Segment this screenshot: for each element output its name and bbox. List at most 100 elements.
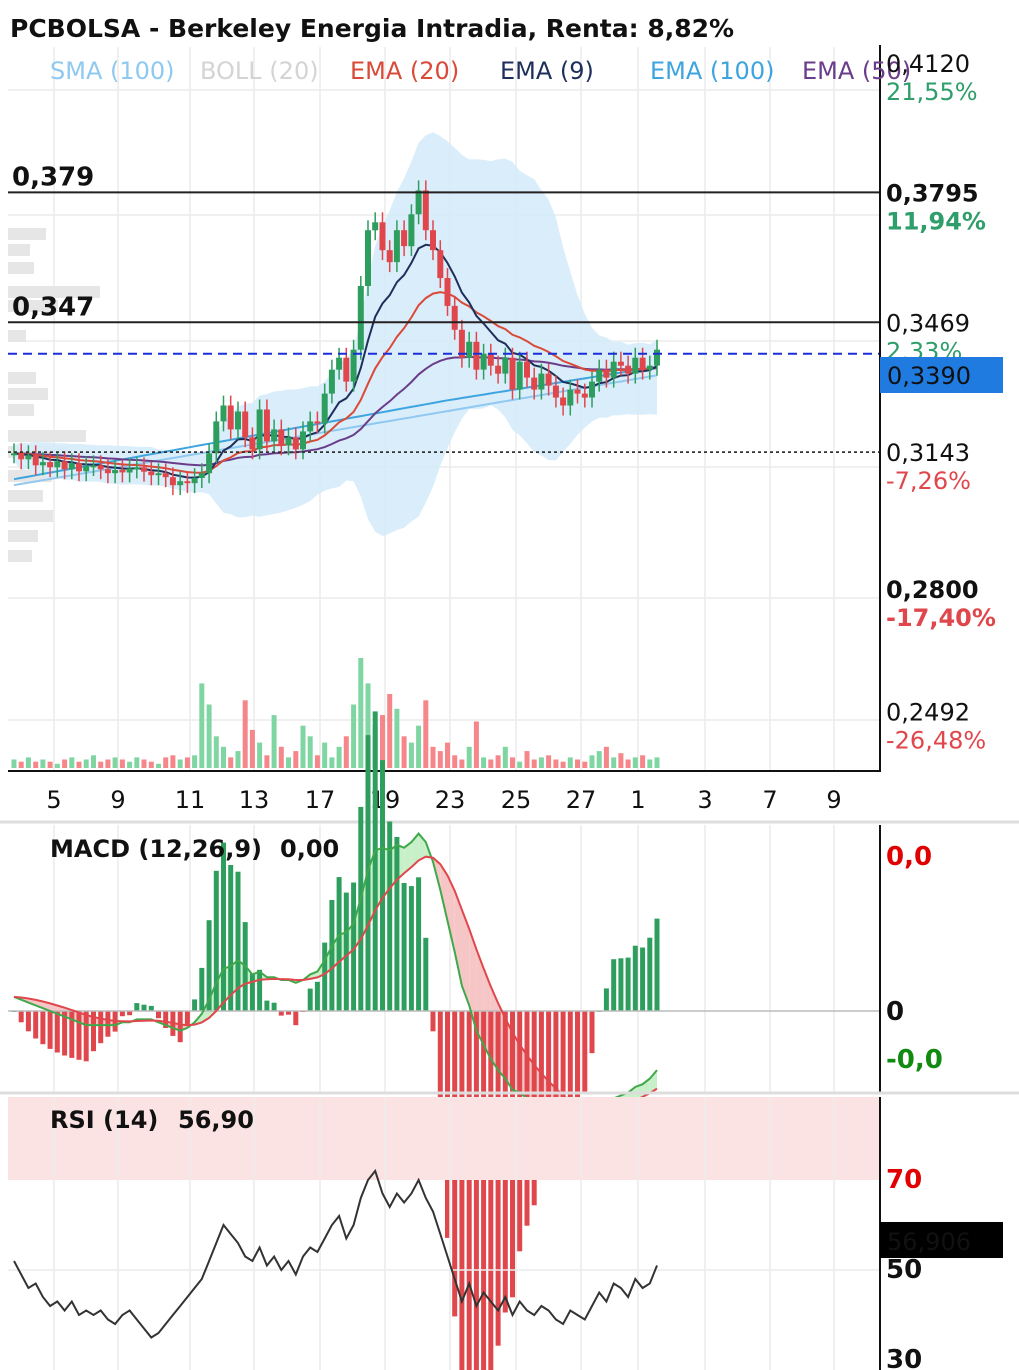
volume-bar: [134, 757, 140, 768]
macd-histogram-bar: [372, 711, 378, 1011]
candle-body: [610, 361, 617, 378]
macd-axis-top: 0,0: [886, 842, 932, 872]
volume-profile-bar: [8, 430, 86, 442]
volume-bar: [423, 700, 429, 768]
volume-bar: [408, 742, 414, 768]
macd-histogram-bar: [416, 877, 422, 1011]
volume-bar: [76, 761, 82, 768]
candle-body: [328, 369, 335, 394]
volume-bar: [603, 746, 609, 768]
candle-body: [256, 409, 263, 450]
macd-histogram-bar: [83, 1011, 89, 1062]
volume-bar: [148, 761, 154, 768]
volume-bar: [611, 757, 617, 768]
volume-bar: [401, 736, 407, 768]
price-tick-label: 0,2800: [886, 576, 979, 604]
candle-body: [589, 381, 595, 398]
candle-body: [76, 463, 82, 472]
volume-bar: [437, 751, 443, 768]
volume-profile-bar: [8, 330, 26, 342]
macd-histogram-bar: [358, 806, 364, 1011]
macd-histogram-bar: [25, 1011, 31, 1032]
candle-body: [278, 429, 285, 446]
candle-body: [487, 353, 494, 366]
volume-bar: [264, 755, 270, 768]
macd-histogram-bar: [257, 969, 263, 1011]
volume-bar: [228, 757, 234, 768]
candle-body: [32, 455, 39, 466]
volume-bar: [618, 753, 624, 768]
candle-body: [119, 470, 126, 473]
candle-body: [300, 431, 306, 450]
macd-histogram-bar: [625, 957, 631, 1011]
macd-histogram-bar: [408, 886, 414, 1011]
volume-profile-bar: [8, 228, 46, 240]
candle-body: [639, 357, 646, 370]
price-tick-label: 0,3469: [886, 309, 970, 337]
rsi-axis-30: 30: [886, 1345, 922, 1370]
candle-body: [47, 462, 54, 468]
price-tick-label: 0,3795: [886, 179, 979, 207]
rsi-value: 56,90: [178, 1106, 254, 1134]
candle-body: [249, 437, 256, 450]
volume-bar: [98, 761, 104, 768]
macd-histogram-bar: [307, 988, 313, 1011]
volume-bar: [18, 761, 24, 768]
volume-bar: [105, 759, 111, 768]
candle-body: [545, 373, 552, 386]
date-tick-label: 1: [630, 786, 645, 814]
volume-bar: [249, 729, 255, 768]
candle-body: [581, 393, 588, 398]
volume-bar: [452, 755, 458, 768]
candle-body: [480, 353, 487, 370]
candle-body: [292, 437, 299, 450]
macd-histogram-bar: [134, 1003, 140, 1011]
candle-body: [177, 481, 184, 486]
volume-bar: [336, 746, 342, 768]
date-tick-label: 7: [762, 786, 777, 814]
date-tick-label: 3: [697, 786, 712, 814]
candle-body: [126, 468, 133, 473]
macd-fill: [14, 833, 657, 1127]
macd-histogram-bar: [184, 1011, 190, 1025]
volume-bar: [322, 742, 328, 768]
macd-histogram-bar: [466, 1011, 472, 1370]
price-tick-pct: -17,40%: [886, 604, 996, 632]
volume-profile-bar: [8, 550, 32, 562]
candle-body: [524, 361, 530, 378]
candle-body: [386, 250, 393, 263]
rsi-panel: RSI (14) 56,90 70 50 30 56,906: [0, 1091, 1019, 1370]
volume-bar: [582, 761, 588, 768]
date-tick-label: 23: [435, 786, 466, 814]
volume-bar: [293, 751, 299, 768]
price-axis: 0,412021,55%0,379511,94%0,34692,33%0,314…: [886, 50, 996, 755]
candle-body: [314, 421, 321, 424]
candle-body: [39, 462, 46, 466]
volume-bar: [343, 736, 349, 768]
candle-body: [285, 437, 292, 446]
volume-bar: [119, 759, 125, 768]
candle-body: [271, 429, 278, 442]
volume-bar: [553, 759, 559, 768]
volume-bar: [481, 757, 487, 768]
date-tick-label: 25: [501, 786, 532, 814]
volume-bar: [625, 759, 631, 768]
volume-bar: [380, 715, 385, 768]
macd-histogram-bar: [228, 865, 234, 1011]
candle-body: [220, 405, 227, 422]
macd-histogram-bar: [177, 1011, 183, 1043]
volume-bar: [329, 757, 335, 768]
volume-bar: [83, 759, 89, 768]
candle-body: [538, 373, 545, 390]
candle-body: [97, 465, 104, 470]
current-price-label: 0,3390: [887, 362, 971, 390]
macd-histogram-bar: [336, 877, 342, 1011]
macd-line: [13, 832, 658, 1128]
volume-bar: [33, 761, 39, 768]
macd-histogram-bar: [603, 988, 609, 1011]
price-tick-label: 0,2492: [886, 698, 970, 726]
candle-body: [54, 461, 61, 468]
volume-bar: [62, 759, 68, 768]
macd-histogram-bar: [647, 937, 653, 1011]
volume-bar: [510, 757, 515, 768]
